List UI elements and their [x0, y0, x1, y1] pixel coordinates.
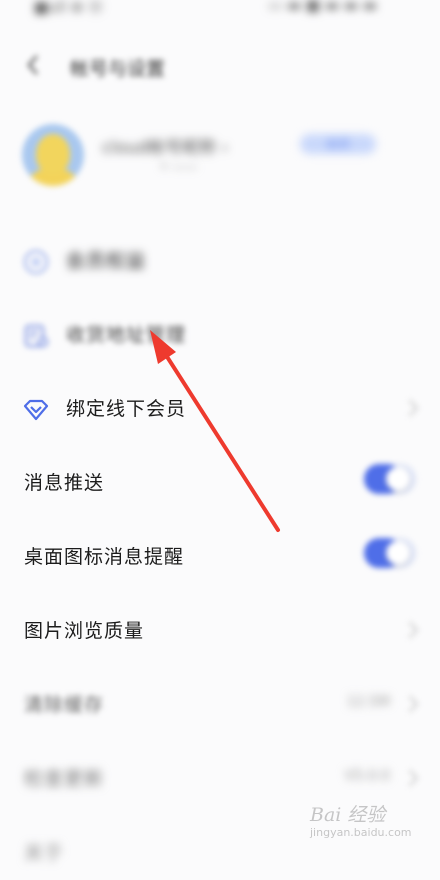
row-label: 消息推送	[24, 472, 105, 494]
avatar[interactable]	[22, 124, 84, 186]
back-icon[interactable]	[26, 54, 40, 76]
row-label: 图片浏览质量	[24, 620, 145, 642]
row-check-update[interactable]: 检查更新 V5.0.0	[0, 750, 440, 806]
user-subtitle: • ——	[160, 160, 198, 175]
cache-size-value: 12.5M	[346, 694, 390, 710]
watermark: Bai 经验 jingyan.baidu.com	[310, 800, 430, 848]
member-badge[interactable]: 会员	[300, 134, 376, 154]
page-title: 帐号与设置	[70, 58, 166, 80]
chevron-right-icon	[401, 399, 419, 417]
row-address-management[interactable]: 收货地址管理	[0, 306, 440, 362]
chevron-right-icon	[401, 621, 419, 639]
row-label: 桌面图标消息提醒	[24, 546, 185, 568]
row-label: 会员权益	[66, 250, 147, 272]
row-label: 清除缓存	[24, 694, 105, 716]
row-label: 关于	[24, 842, 65, 864]
header: 帐号与设置	[0, 40, 440, 92]
row-label: 收货地址管理	[66, 324, 187, 346]
row-clear-cache[interactable]: 清除缓存 12.5M	[0, 676, 440, 732]
profile-section[interactable]: cloud帐号昵称 › • —— 会员	[0, 118, 440, 198]
chevron-right-icon	[401, 769, 419, 787]
service-icon	[24, 250, 48, 274]
version-value: V5.0.0	[344, 768, 390, 784]
watermark-logo: Bai 经验	[310, 804, 386, 826]
row-member-benefits[interactable]: 会员权益	[0, 232, 440, 288]
desktop-badge-toggle[interactable]	[364, 538, 416, 568]
row-label: 检查更新	[24, 768, 105, 790]
push-toggle[interactable]	[364, 464, 416, 494]
status-right-icons: ▭ ▬ ■ ▬ ▬ ▬	[268, 0, 377, 14]
status-left-icons: ■ull ⊕ ⓦ	[34, 0, 104, 16]
chevron-right-icon	[401, 695, 419, 713]
row-image-quality[interactable]: 图片浏览质量	[0, 602, 440, 658]
status-bar: ■ull ⊕ ⓦ ▭ ▬ ■ ▬ ▬ ▬	[0, 0, 440, 24]
row-desktop-badge-reminder: 桌面图标消息提醒	[0, 528, 440, 584]
row-label: 绑定线下会员	[66, 398, 187, 420]
watermark-url: jingyan.baidu.com	[310, 826, 412, 839]
row-message-push: 消息推送	[0, 454, 440, 510]
row-bind-offline-member[interactable]: 绑定线下会员	[0, 380, 440, 436]
username: cloud帐号昵称 ›	[102, 138, 229, 158]
address-book-icon	[25, 325, 48, 347]
diamond-icon	[23, 399, 49, 421]
